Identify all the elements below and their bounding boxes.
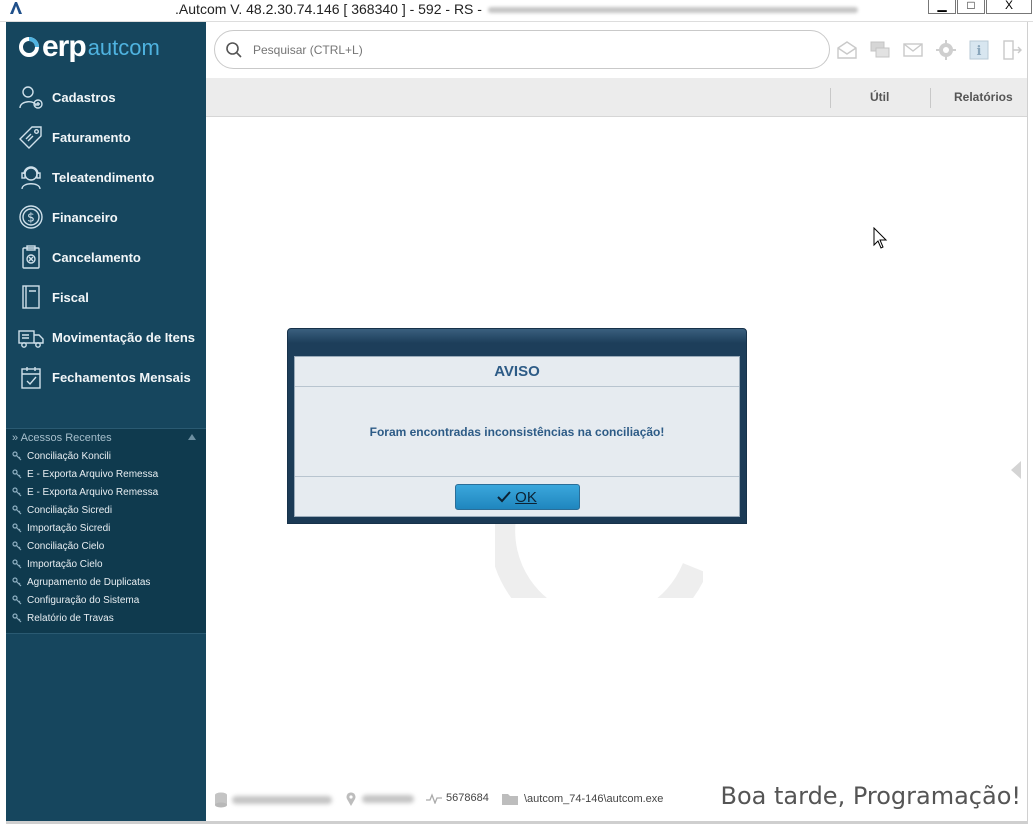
- window-title: .Autcom V. 48.2.30.74.146 [ 368340 ] - 5…: [0, 1, 1033, 17]
- window-frame-right: [1027, 22, 1033, 824]
- key-icon: [12, 487, 22, 497]
- mouse-cursor-icon: [873, 227, 888, 249]
- activity-icon: [426, 793, 442, 804]
- sidebar-item-teleatendimento[interactable]: Teleatendimento: [6, 157, 206, 197]
- search-input[interactable]: [253, 40, 813, 60]
- svg-text:$: $: [27, 211, 35, 225]
- logo-erp-text: erp: [42, 30, 87, 63]
- dialog-title: AVISO: [295, 357, 739, 387]
- sidebar-item-label: Movimentação de Itens: [52, 329, 196, 345]
- dollar-icon: $: [18, 204, 44, 230]
- sidebar-item-label: Cadastros: [52, 89, 116, 105]
- sidebar-item-label: Teleatendimento: [52, 169, 155, 185]
- truck-icon: [18, 324, 44, 350]
- key-icon: [12, 451, 22, 461]
- sidebar-item-financeiro[interactable]: $ Financeiro: [6, 197, 206, 237]
- chat-icon[interactable]: [869, 39, 891, 61]
- tabs-row: Útil Relatórios: [206, 78, 1033, 117]
- search-box[interactable]: [214, 30, 830, 69]
- recent-item[interactable]: Conciliação Koncili: [6, 447, 206, 465]
- ok-button[interactable]: OK: [454, 484, 580, 510]
- sidebar-item-label: Cancelamento: [52, 249, 141, 265]
- key-icon: [12, 559, 22, 569]
- sidebar-item-cancelamento[interactable]: Cancelamento: [6, 237, 206, 277]
- erp-autcom-logo: erp autcom: [18, 30, 160, 63]
- mail-open-icon[interactable]: [836, 39, 858, 61]
- folder-icon: [502, 794, 518, 805]
- sidebar-item-label: Faturamento: [52, 129, 131, 145]
- recent-item[interactable]: Configuração do Sistema: [6, 591, 206, 609]
- key-icon: [12, 541, 22, 551]
- check-icon: [497, 491, 511, 503]
- sidebar: erp autcom Cadastros Faturamento Teleate…: [6, 22, 206, 822]
- sidebar-item-label: Fechamentos Mensais: [52, 369, 191, 385]
- tab-relatorios[interactable]: Relatórios: [954, 90, 1013, 104]
- user-add-icon: [18, 84, 44, 110]
- sidebar-menu: Cadastros Faturamento Teleatendimento $ …: [6, 77, 206, 397]
- sidebar-item-faturamento[interactable]: Faturamento: [6, 117, 206, 157]
- recent-access-title: » Acessos Recentes: [12, 432, 112, 444]
- recent-item[interactable]: Importação Cielo: [6, 555, 206, 573]
- collapse-caret-icon[interactable]: [188, 434, 196, 440]
- greeting-text: Boa tarde, Programação!: [720, 782, 1021, 810]
- dialog-body: AVISO Foram encontradas inconsistências …: [294, 356, 740, 517]
- key-icon: [12, 523, 22, 533]
- recent-access-header[interactable]: » Acessos Recentes: [6, 429, 206, 447]
- recent-item[interactable]: Conciliação Cielo: [6, 537, 206, 555]
- ok-button-label: OK: [515, 488, 537, 506]
- status-bar: 5678684 \autcom_74-146\autcom.exe Boa ta…: [206, 778, 1027, 822]
- gear-icon[interactable]: [935, 39, 957, 61]
- info-icon[interactable]: i: [968, 39, 990, 61]
- clipboard-cancel-icon: [18, 244, 44, 270]
- location-pin-icon: [346, 792, 356, 806]
- logo-brand-text: autcom: [87, 35, 160, 60]
- sidebar-item-fechamentos-mensais[interactable]: Fechamentos Mensais: [6, 357, 206, 397]
- warning-dialog: AVISO Foram encontradas inconsistências …: [287, 328, 747, 524]
- tab-util[interactable]: Útil: [870, 90, 889, 104]
- recent-item[interactable]: E - Exporta Arquivo Remessa: [6, 465, 206, 483]
- recent-item[interactable]: Agrupamento de Duplicatas: [6, 573, 206, 591]
- logo-ring-icon: [19, 37, 39, 57]
- exit-icon[interactable]: [1001, 39, 1023, 61]
- status-database: [214, 792, 332, 808]
- dialog-message: Foram encontradas inconsistências na con…: [295, 387, 739, 477]
- toolbar-icons: i: [836, 39, 1033, 61]
- status-path: \autcom_74-146\autcom.exe: [502, 792, 663, 805]
- tag-icon: [18, 124, 44, 150]
- sidebar-item-movimentacao-itens[interactable]: Movimentação de Itens: [6, 317, 206, 357]
- database-icon: [215, 792, 227, 808]
- key-icon: [12, 613, 22, 623]
- recent-item[interactable]: E - Exporta Arquivo Remessa: [6, 483, 206, 501]
- envelope-icon[interactable]: [902, 39, 924, 61]
- recent-access-panel: » Acessos Recentes Conciliação Koncili E…: [6, 428, 206, 634]
- status-path-value: \autcom_74-146\autcom.exe: [524, 792, 664, 805]
- calendar-check-icon: [18, 364, 44, 390]
- minimize-button[interactable]: ▁: [928, 0, 956, 14]
- headset-icon: [18, 164, 44, 190]
- top-bar: i: [206, 22, 1033, 78]
- svg-text:i: i: [977, 44, 982, 59]
- search-icon: [226, 42, 242, 58]
- key-icon: [12, 577, 22, 587]
- sidebar-item-label: Financeiro: [52, 209, 118, 225]
- key-icon: [12, 505, 22, 515]
- sidebar-item-cadastros[interactable]: Cadastros: [6, 77, 206, 117]
- dialog-footer: OK: [295, 477, 739, 517]
- sidebar-item-label: Fiscal: [52, 289, 89, 305]
- recent-item[interactable]: Importação Sicredi: [6, 519, 206, 537]
- recent-item[interactable]: Conciliação Sicredi: [6, 501, 206, 519]
- recent-item[interactable]: Relatório de Travas: [6, 609, 206, 627]
- key-icon: [12, 595, 22, 605]
- status-code-value: 5678684: [446, 792, 489, 804]
- window-titlebar: .Autcom V. 48.2.30.74.146 [ 368340 ] - 5…: [0, 0, 1033, 22]
- sidebar-item-fiscal[interactable]: Fiscal: [6, 277, 206, 317]
- status-code: 5678684: [426, 792, 489, 804]
- status-location: [346, 792, 414, 806]
- key-icon: [12, 469, 22, 479]
- side-panel-arrow-icon[interactable]: [1011, 461, 1021, 479]
- notebook-icon: [18, 284, 44, 310]
- maximize-button[interactable]: □: [957, 0, 985, 14]
- close-button[interactable]: X: [986, 0, 1032, 14]
